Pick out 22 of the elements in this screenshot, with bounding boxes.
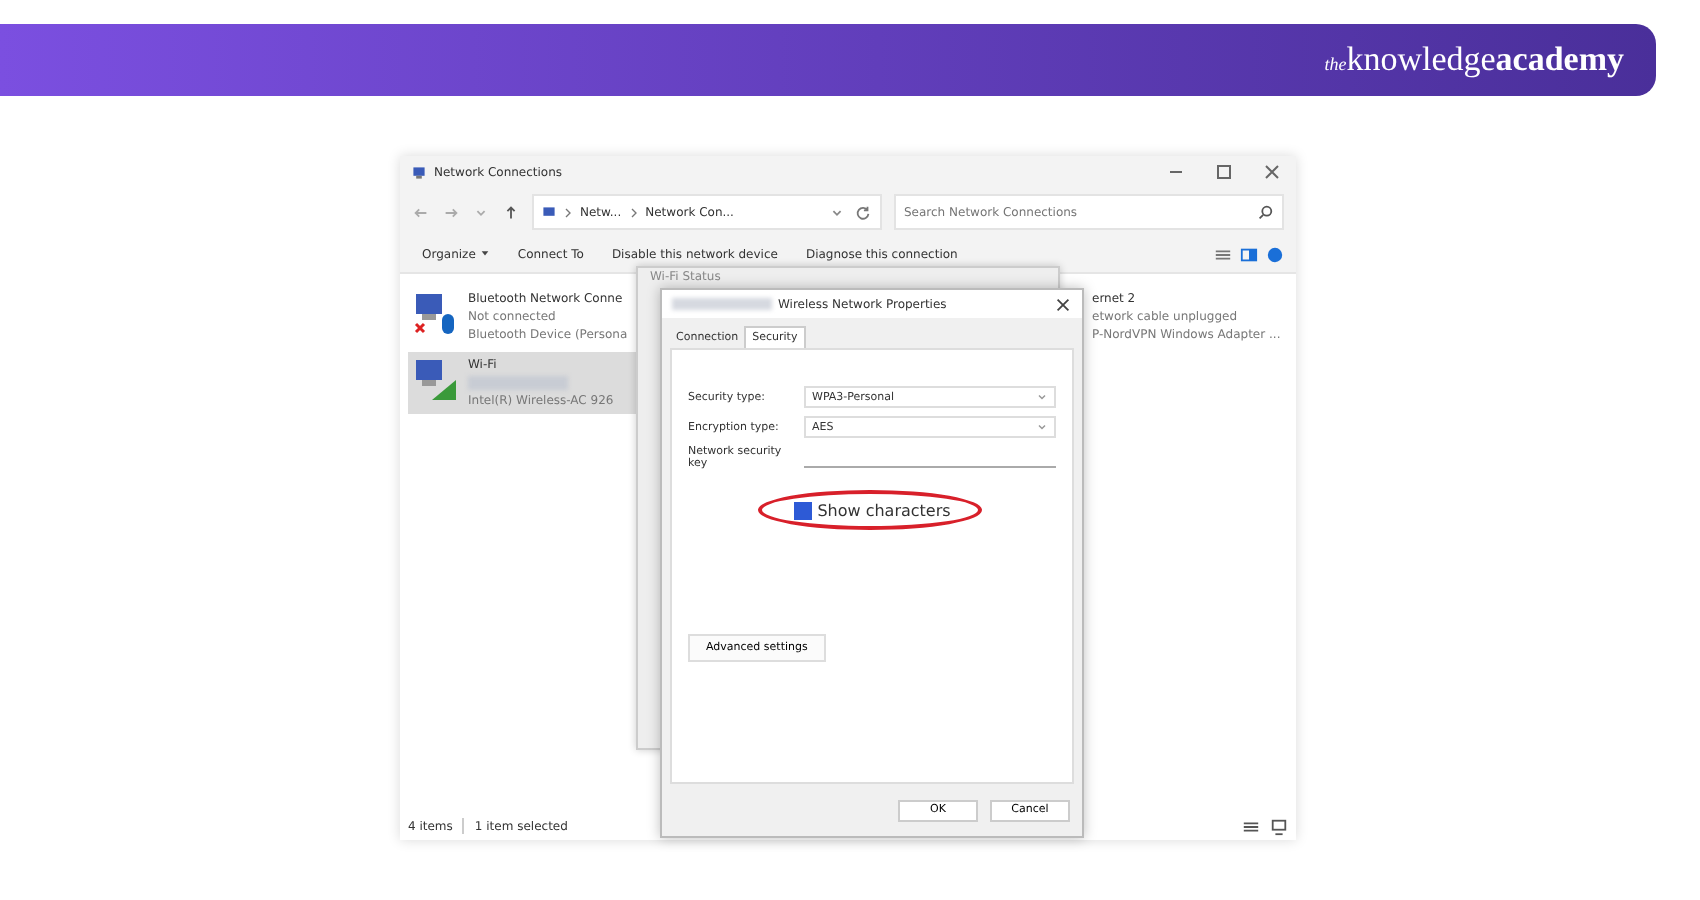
show-characters-checkbox[interactable]: Show characters	[793, 501, 951, 519]
circle-icon[interactable]	[1266, 245, 1284, 263]
details-view-icon[interactable]	[1242, 817, 1260, 835]
search-icon	[1256, 203, 1274, 221]
view-options-icon[interactable]	[1214, 245, 1232, 263]
preview-pane-icon[interactable]	[1240, 245, 1258, 263]
close-icon[interactable]	[1054, 295, 1072, 313]
tiles-view-icon[interactable]	[1270, 817, 1288, 835]
chevron-icon	[629, 205, 638, 219]
refresh-icon[interactable]	[854, 203, 872, 221]
up-icon[interactable]	[502, 203, 520, 221]
close-icon[interactable]	[1260, 162, 1284, 182]
chevron-icon	[564, 205, 572, 219]
network-icon	[542, 205, 556, 219]
chevron-down-icon	[1036, 392, 1048, 402]
blurred-text	[672, 298, 772, 310]
bluetooth-network-icon	[412, 290, 460, 338]
logo: theknowledgeacademy	[1324, 40, 1624, 80]
maximize-icon[interactable]	[1212, 162, 1236, 182]
wifi-network-icon	[412, 356, 460, 404]
chevron-down-icon	[1036, 422, 1048, 432]
network-icon	[412, 165, 426, 179]
